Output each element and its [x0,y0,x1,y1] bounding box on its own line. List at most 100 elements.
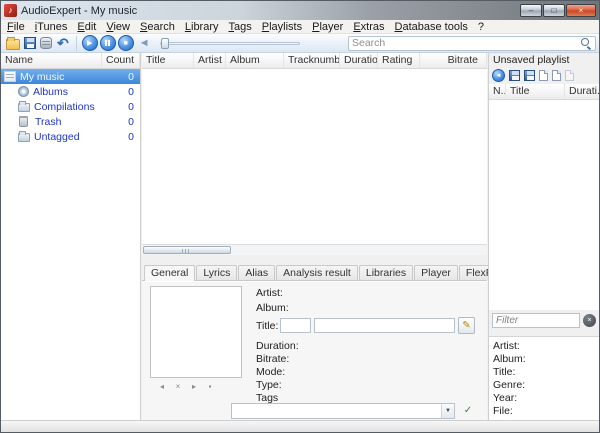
menu-database-tools[interactable]: Database tools [390,20,473,34]
slider-thumb[interactable] [161,38,169,49]
column-bitrate[interactable]: Bitrate [420,53,487,68]
open-folder-icon[interactable] [6,39,20,50]
undo-icon[interactable]: ↶ [57,36,69,50]
playlist-play-button[interactable]: ◄ [492,69,505,82]
tree-item-label: Trash [35,116,110,128]
menu-player[interactable]: Player [307,20,348,34]
playlist-copy-icon[interactable] [552,70,561,81]
playlist-column-number[interactable]: N... [489,84,506,99]
stop-icon: ■ [124,40,128,47]
playlist-save-as-icon[interactable] [524,70,535,81]
search-input[interactable] [352,37,580,49]
slider-track[interactable] [160,42,300,45]
tree-item-albums[interactable]: Albums 0 [1,84,140,99]
title-field[interactable] [314,318,455,333]
playlist-new-icon[interactable] [539,70,548,81]
tags-combo-value[interactable] [232,404,441,418]
tree-item-count: 0 [110,86,140,98]
tags-combo[interactable]: ▼ [231,403,455,419]
my-music-icon [4,71,16,82]
status-bar [1,420,599,432]
art-remove-icon[interactable]: × [174,382,182,391]
art-prev-icon[interactable]: ◂ [158,382,166,391]
info-artist-label: Artist: [493,340,595,353]
tags-apply-check-icon[interactable]: ✓ [460,403,476,419]
minimize-button[interactable]: – [520,4,542,17]
menu-edit[interactable]: Edit [72,20,101,34]
tab-player[interactable]: Player [414,265,458,280]
tags-dropdown-icon[interactable]: ▼ [441,404,454,418]
main-toolbar: ↶ ▶ ■ ◄ [1,34,599,53]
track-list[interactable] [142,69,487,244]
library-tree: My music 0 Albums 0 Compilations 0 Trash… [1,69,140,420]
play-button[interactable]: ▶ [82,35,98,51]
column-rating[interactable]: Rating [378,53,420,68]
tree-item-trash[interactable]: Trash 0 [1,114,140,129]
tree-item-label: Albums [33,86,110,98]
menu-file[interactable]: File [2,20,30,34]
playlist-panel: Unsaved playlist ◄ N... Title Durati... … [488,53,599,420]
library-header-name[interactable]: Name [1,53,102,68]
playlist-list[interactable] [489,100,599,310]
menu-playlists[interactable]: Playlists [257,20,307,34]
search-icon[interactable] [580,37,592,49]
clear-filter-icon[interactable]: × [583,314,596,327]
database-icon[interactable] [40,37,52,49]
title-number-field[interactable] [280,318,311,333]
menu-itunes[interactable]: iTunes [30,20,73,34]
column-artist[interactable]: Artist [194,53,226,68]
art-more-icon[interactable]: ▪ [206,382,214,391]
album-art-box[interactable] [150,286,242,378]
title-bar[interactable]: ♪ AudioExpert - My music – □ × [1,1,599,20]
tab-analysis-result[interactable]: Analysis result [276,265,358,280]
column-tracknumber[interactable]: Tracknumb... [284,53,340,68]
tree-item-untagged[interactable]: Untagged 0 [1,129,140,144]
playlist-column-title[interactable]: Title [506,84,565,99]
compilations-folder-icon [18,103,30,112]
menu-library[interactable]: Library [180,20,224,34]
menu-search[interactable]: Search [135,20,180,34]
tree-item-compilations[interactable]: Compilations 0 [1,99,140,114]
stop-button[interactable]: ■ [118,35,134,51]
tab-alias[interactable]: Alias [238,265,275,280]
menu-view[interactable]: View [101,20,135,34]
albums-cd-icon [18,86,29,97]
column-album[interactable]: Album [226,53,284,68]
menu-extras[interactable]: Extras [348,20,389,34]
playlist-info-box: Artist: Album: Title: Genre: Year: File: [489,336,599,420]
filter-input[interactable] [492,313,580,328]
art-next-icon[interactable]: ▸ [190,382,198,391]
tree-item-label: My music [20,71,110,83]
horizontal-scrollbar[interactable] [142,244,487,255]
playlist-save-icon[interactable] [509,70,520,81]
tree-item-my-music[interactable]: My music 0 [1,69,140,84]
close-button[interactable]: × [566,4,596,17]
playlist-clear-icon[interactable] [565,70,574,81]
library-header-count[interactable]: Count [102,53,140,68]
column-duration[interactable]: Duration [340,53,378,68]
tab-libraries[interactable]: Libraries [359,265,413,280]
column-title[interactable]: Title [142,53,194,68]
maximize-button[interactable]: □ [543,4,565,17]
info-year-label: Year: [493,392,595,405]
scrollbar-thumb[interactable] [143,246,231,254]
menu-help[interactable]: ? [473,20,489,34]
bitrate-label: Bitrate: [256,353,289,365]
info-album-label: Album: [493,353,595,366]
playlist-header: N... Title Durati... [489,84,599,100]
trash-icon [19,117,28,127]
app-icon[interactable]: ♪ [4,4,17,17]
seek-slider[interactable] [160,36,300,51]
library-panel: Name Count My music 0 Albums 0 Compilati… [1,53,141,420]
panel-splitter[interactable] [142,255,487,265]
pause-button[interactable] [100,35,116,51]
menu-tags[interactable]: Tags [224,20,257,34]
duration-label: Duration: [256,340,299,352]
edit-title-button[interactable]: ✎ [458,317,475,334]
save-icon[interactable] [24,37,36,49]
previous-track-icon[interactable]: ◄ [139,37,150,49]
play-icon: ▶ [87,39,92,47]
tab-general[interactable]: General [144,265,195,281]
tab-lyrics[interactable]: Lyrics [196,265,237,280]
playlist-column-duration[interactable]: Durati... [565,84,599,99]
